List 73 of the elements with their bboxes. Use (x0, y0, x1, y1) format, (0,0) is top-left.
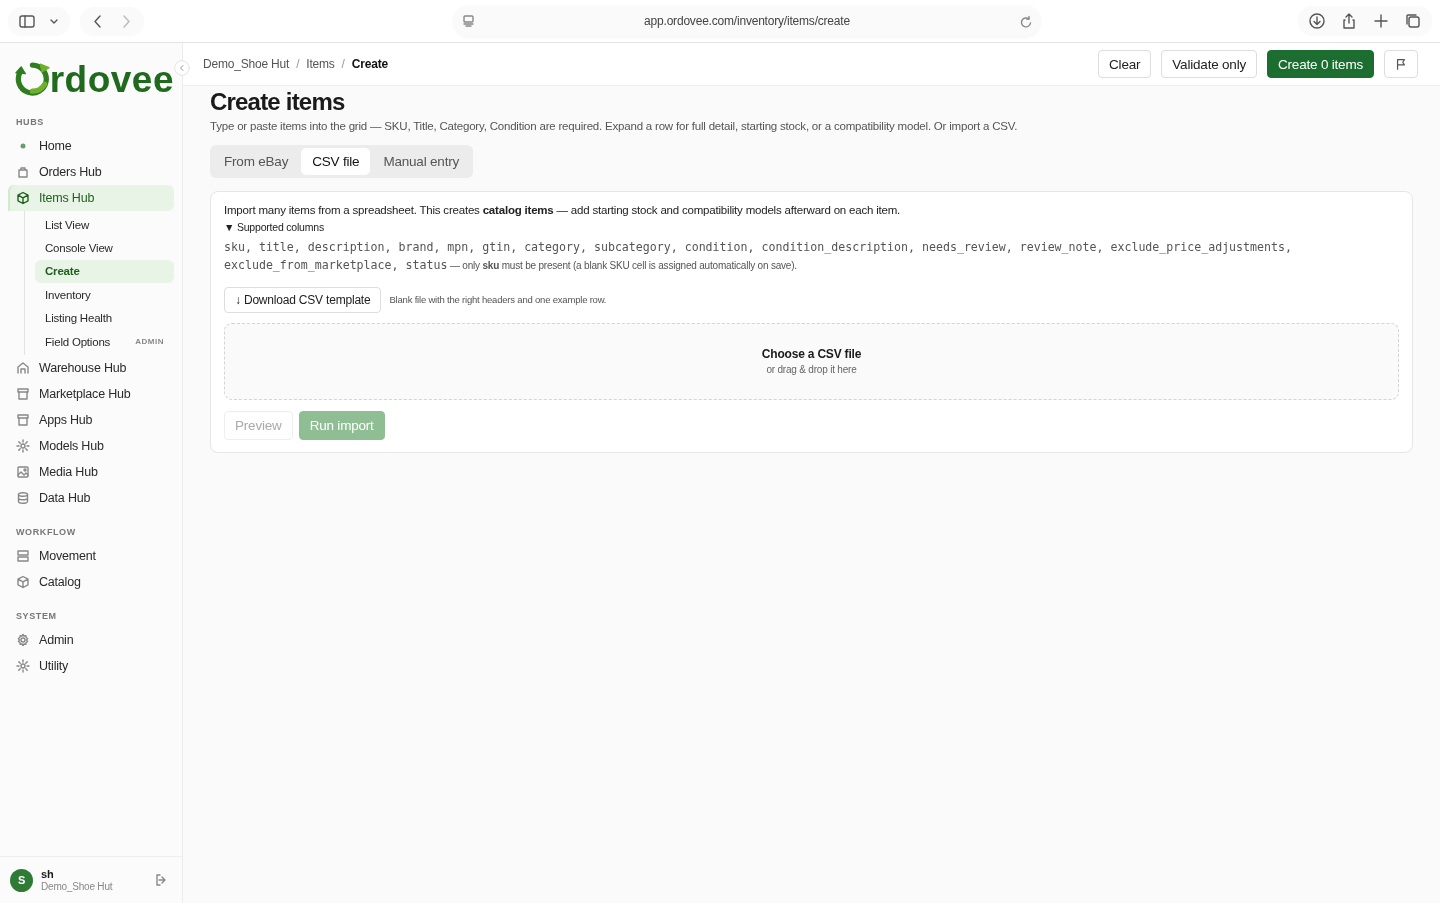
nav-subitem[interactable]: Console View (45, 242, 113, 255)
section-heading: WORKFLOW (15, 526, 77, 540)
admin-tag: ADMIN (135, 337, 164, 347)
nav-subitem[interactable]: Inventory (45, 288, 91, 301)
section-heading: HUBS (15, 116, 45, 129)
page-title: Create items (210, 88, 346, 116)
bag-icon (16, 165, 30, 179)
details-toggle[interactable]: ▼ Supported columns (224, 221, 1399, 233)
user-name: sh (41, 868, 55, 881)
nav-item[interactable]: Orders Hub (8, 159, 174, 185)
share-icon[interactable] (1340, 12, 1358, 30)
nav-item[interactable]: Home (8, 133, 174, 159)
breadcrumb-separator: / (296, 57, 300, 71)
avatar: S (10, 868, 33, 892)
nav-subitem[interactable]: List View (45, 218, 89, 231)
nav-item[interactable]: Marketplace Hub (8, 381, 174, 408)
flag-icon (1395, 57, 1407, 71)
plus-icon[interactable] (1372, 12, 1390, 30)
breadcrumb-link[interactable]: Demo_Shoe Hut (203, 57, 290, 71)
tabs-icon[interactable] (1404, 12, 1422, 30)
nav-subitem[interactable]: Create (45, 265, 80, 278)
tab[interactable]: Manual entry (372, 148, 471, 175)
url-text: app.ordovee.com/inventory/items/create (643, 14, 851, 28)
columns-note: sku, title, description, brand, mpn, gtin, category, subcategory, condition, condition_description, needs_review, review_note, exclude_price_adjustments, exclude_from_marketplace, status — only sku must be present (a blank SKU cell is assigned automatically on save). (224, 239, 1293, 274)
nav-item[interactable]: Warehouse Hub (8, 355, 174, 382)
intro-text: Import many items from a spreadsheet. This creates catalog items — add starting stock and compatibility models afterward on each item. (224, 204, 902, 216)
section-heading: SYSTEM (15, 610, 58, 624)
house-icon (16, 361, 30, 376)
download-icon[interactable] (1308, 12, 1326, 30)
create-button[interactable]: Create 0 items (1267, 50, 1374, 78)
drop-zone-hint: or drag & drop it here (766, 364, 857, 376)
breadcrumb-current: Create (351, 57, 388, 71)
archive-icon (16, 413, 30, 428)
action-button[interactable]: Validate only (1161, 50, 1257, 78)
archive-icon (16, 387, 30, 402)
nav-item[interactable]: Admin (8, 627, 174, 654)
nav-item[interactable]: Data Hub (8, 485, 174, 512)
nav-item[interactable]: Movement (8, 543, 174, 570)
rows-icon (16, 549, 30, 564)
download-hint: Blank file with the right headers and one example row. (389, 294, 607, 306)
image-icon (16, 465, 30, 480)
nav-item[interactable]: Apps Hub (8, 407, 174, 434)
nav-subitem-highlight[interactable]: Create (35, 259, 174, 284)
sun-icon (16, 439, 30, 454)
drop-zone-title: Choose a CSV file (761, 347, 862, 362)
tab[interactable]: From eBay (213, 148, 300, 175)
reload-icon (1019, 14, 1032, 28)
page-icon (462, 14, 475, 28)
gear-icon (16, 633, 30, 648)
nav-item[interactable]: Utility (8, 653, 174, 680)
flag-button[interactable] (1384, 50, 1418, 78)
nav-subitem[interactable]: Field Options (45, 335, 111, 348)
user-org: Demo_Shoe Hut (41, 880, 114, 892)
address-bar[interactable]: app.ordovee.com/inventory/items/create (454, 6, 1040, 36)
drop-zone[interactable]: Choose a CSV file or drag & drop it here (224, 322, 1399, 400)
logout-icon[interactable] (154, 873, 168, 887)
nav-item[interactable]: Catalog (8, 569, 174, 596)
nav-item[interactable]: Models Hub (8, 433, 174, 460)
page-subtitle: Type or paste items into the grid — SKU, Title, Category, Condition are required. Expand a row for full detail, starting stock, or a compatibility model. Or import a CSV. (210, 120, 1019, 132)
breadcrumb-link[interactable]: Items (306, 57, 335, 71)
logo-text: rdovee (49, 60, 174, 98)
sun-icon (16, 659, 30, 674)
cube-icon (16, 191, 30, 205)
action-button[interactable]: Clear (1098, 50, 1152, 78)
tab[interactable]: CSV file (301, 148, 371, 175)
breadcrumb-separator: / (341, 57, 345, 71)
nav-item[interactable]: Media Hub (8, 459, 174, 486)
database-icon (16, 491, 30, 506)
nav-subitem[interactable]: Listing Health (45, 312, 112, 325)
download-template-button[interactable]: ↓ Download CSV template (224, 286, 382, 313)
sidebar-icon[interactable] (18, 12, 36, 30)
nav-item[interactable]: Items Hub (8, 185, 174, 211)
cube-icon (16, 575, 30, 590)
